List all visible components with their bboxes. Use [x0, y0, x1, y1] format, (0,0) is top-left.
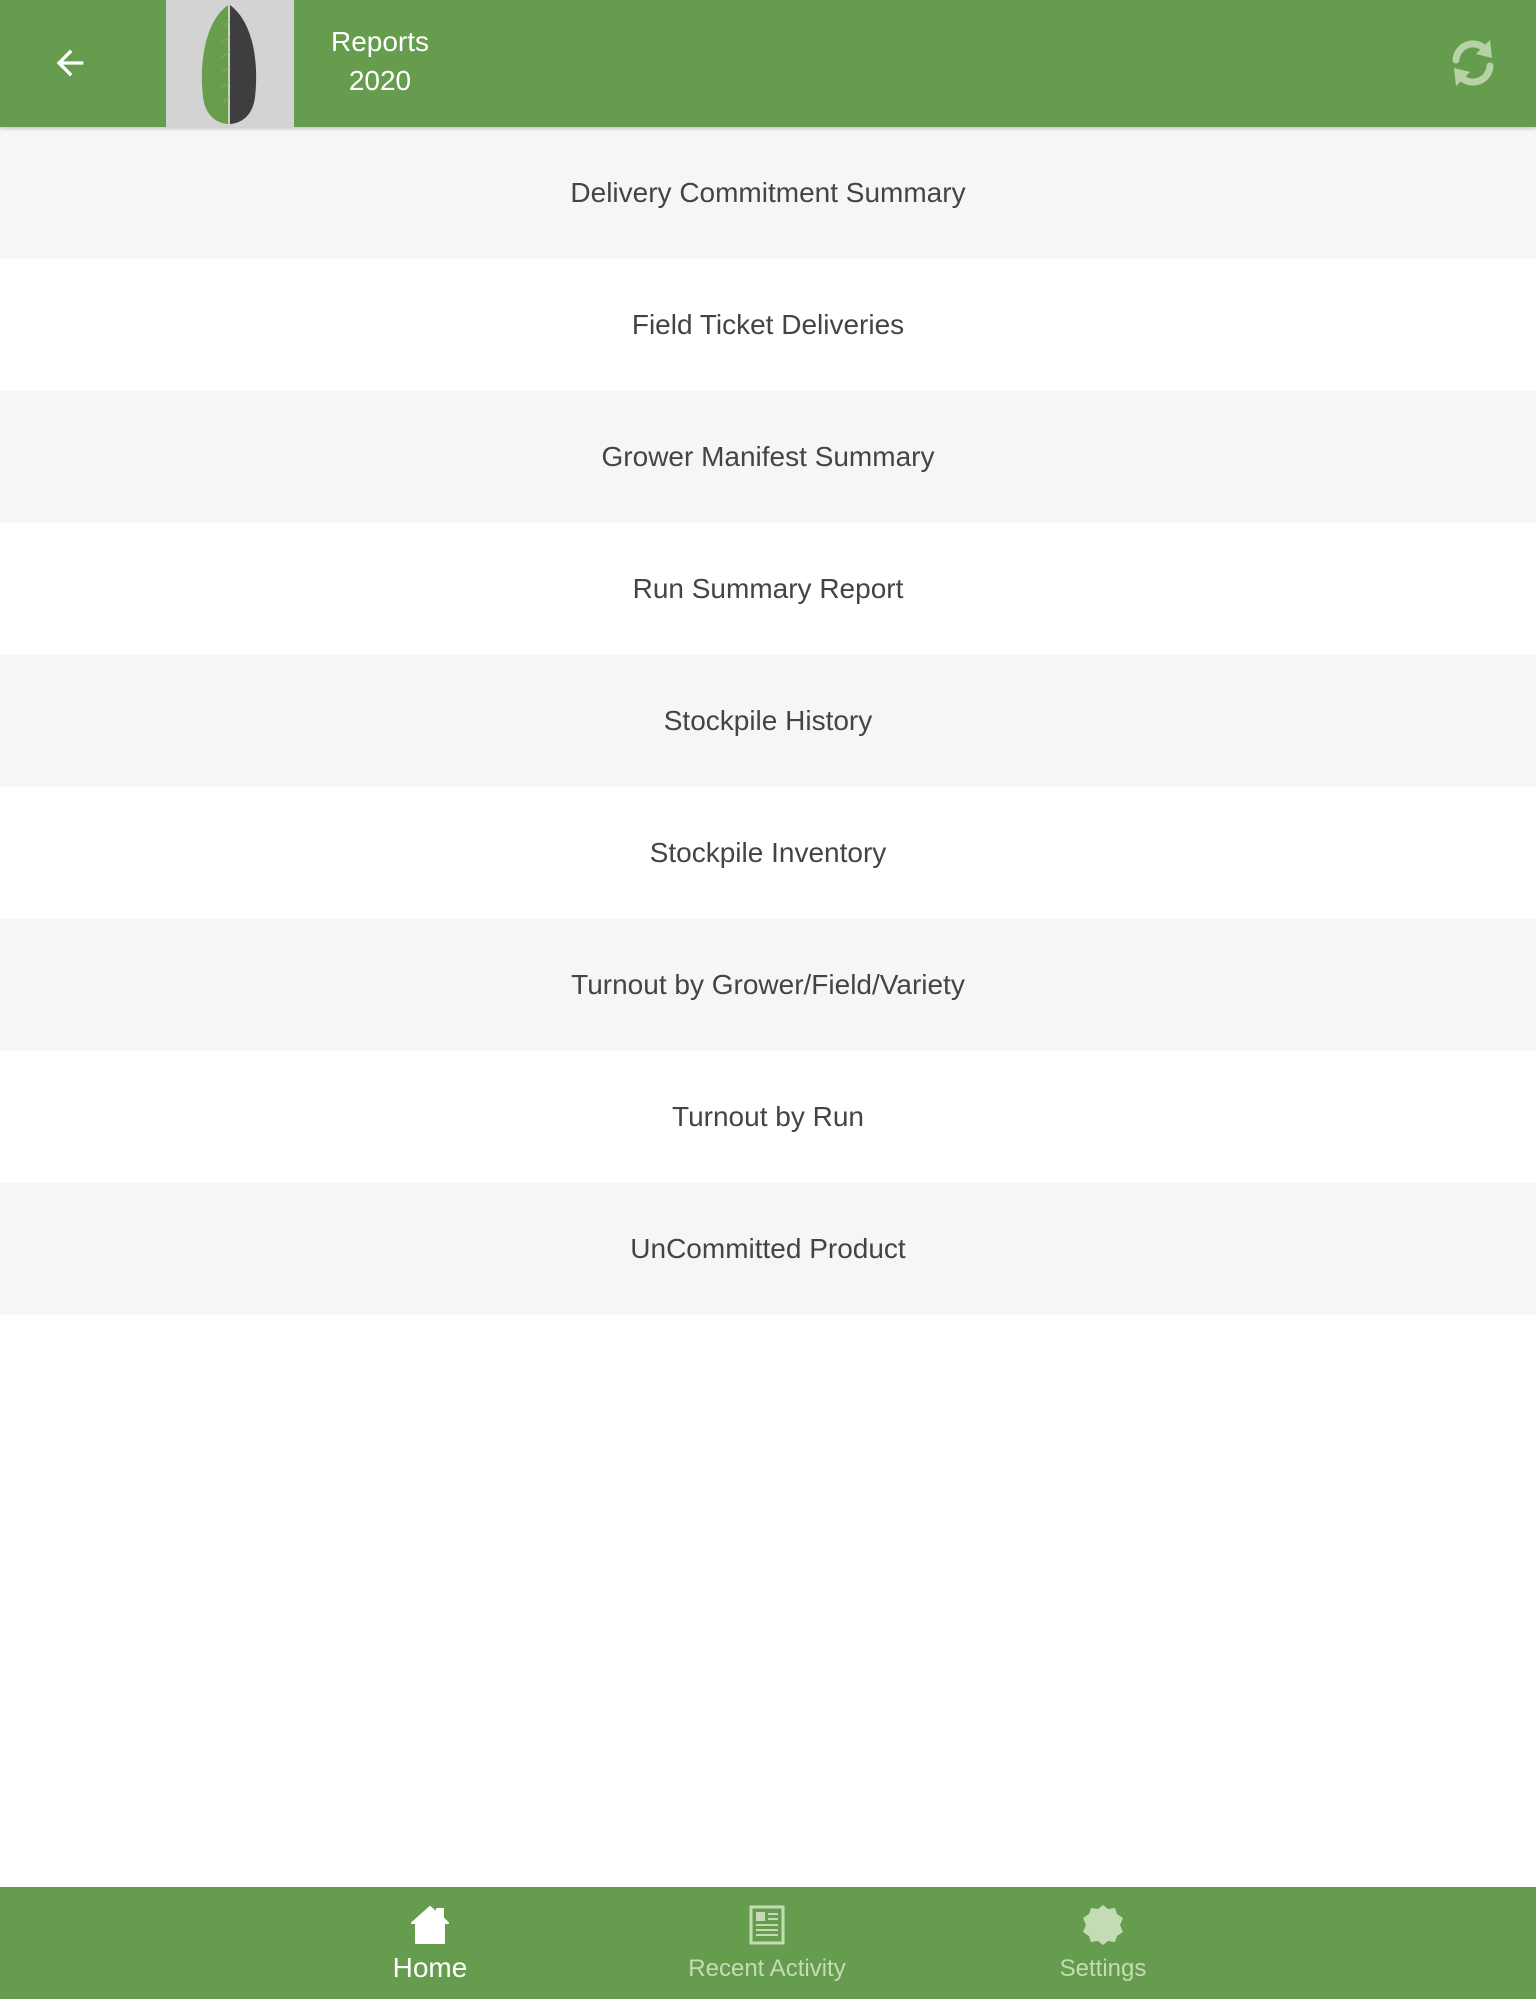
report-item-label: Grower Manifest Summary	[601, 441, 935, 472]
nav-recent-activity-label: Recent Activity	[688, 1955, 846, 1982]
nav-settings-label: Settings	[1059, 1955, 1147, 1982]
badge-icon	[1083, 1905, 1123, 1945]
page-title: Reports 2020	[300, 22, 460, 100]
nav-recent-activity[interactable]: Recent Activity	[647, 1887, 887, 1999]
report-item-stockpile-inventory[interactable]: Stockpile Inventory	[0, 787, 1536, 919]
report-item-grower-manifest-summary[interactable]: Grower Manifest Summary	[0, 391, 1536, 523]
nav-home[interactable]: Home	[310, 1887, 550, 1999]
report-item-stockpile-history[interactable]: Stockpile History	[0, 655, 1536, 787]
app-logo	[166, 0, 294, 127]
report-item-turnout-by-run[interactable]: Turnout by Run	[0, 1051, 1536, 1183]
report-list: Delivery Commitment Summary Field Ticket…	[0, 127, 1536, 1315]
app-root: Reports 2020 Delivery Commitment Summary…	[0, 0, 1536, 1999]
report-item-field-ticket-deliveries[interactable]: Field Ticket Deliveries	[0, 259, 1536, 391]
report-item-label: Run Summary Report	[632, 573, 904, 604]
page-title-line2: 2020	[348, 65, 412, 96]
report-item-run-summary-report[interactable]: Run Summary Report	[0, 523, 1536, 655]
report-item-uncommitted-product[interactable]: UnCommitted Product	[0, 1183, 1536, 1315]
report-item-label: Turnout by Grower/Field/Variety	[571, 969, 965, 1000]
report-item-label: Stockpile Inventory	[649, 837, 887, 868]
refresh-button[interactable]	[1440, 30, 1506, 96]
report-item-label: Field Ticket Deliveries	[631, 309, 905, 340]
bottom-navigation: Home Recent Activity Settings	[0, 1887, 1536, 1999]
report-item-label: Stockpile History	[663, 705, 873, 736]
home-icon	[411, 1906, 449, 1944]
arrow-left-icon	[56, 49, 84, 77]
nav-settings[interactable]: Settings	[983, 1887, 1223, 1999]
nav-home-label: Home	[392, 1952, 468, 1983]
leaf-logo-icon	[201, 4, 257, 124]
report-item-label: UnCommitted Product	[630, 1233, 906, 1264]
top-app-bar: Reports 2020	[0, 0, 1536, 127]
report-item-turnout-by-grower-field-variety[interactable]: Turnout by Grower/Field/Variety	[0, 919, 1536, 1051]
report-item-delivery-commitment-summary[interactable]: Delivery Commitment Summary	[0, 127, 1536, 259]
back-button[interactable]	[30, 25, 110, 101]
page-title-line1: Reports	[330, 26, 430, 57]
refresh-icon	[1452, 40, 1494, 86]
document-icon	[749, 1905, 785, 1945]
report-item-label: Delivery Commitment Summary	[570, 177, 966, 208]
report-item-label: Turnout by Run	[672, 1101, 864, 1132]
